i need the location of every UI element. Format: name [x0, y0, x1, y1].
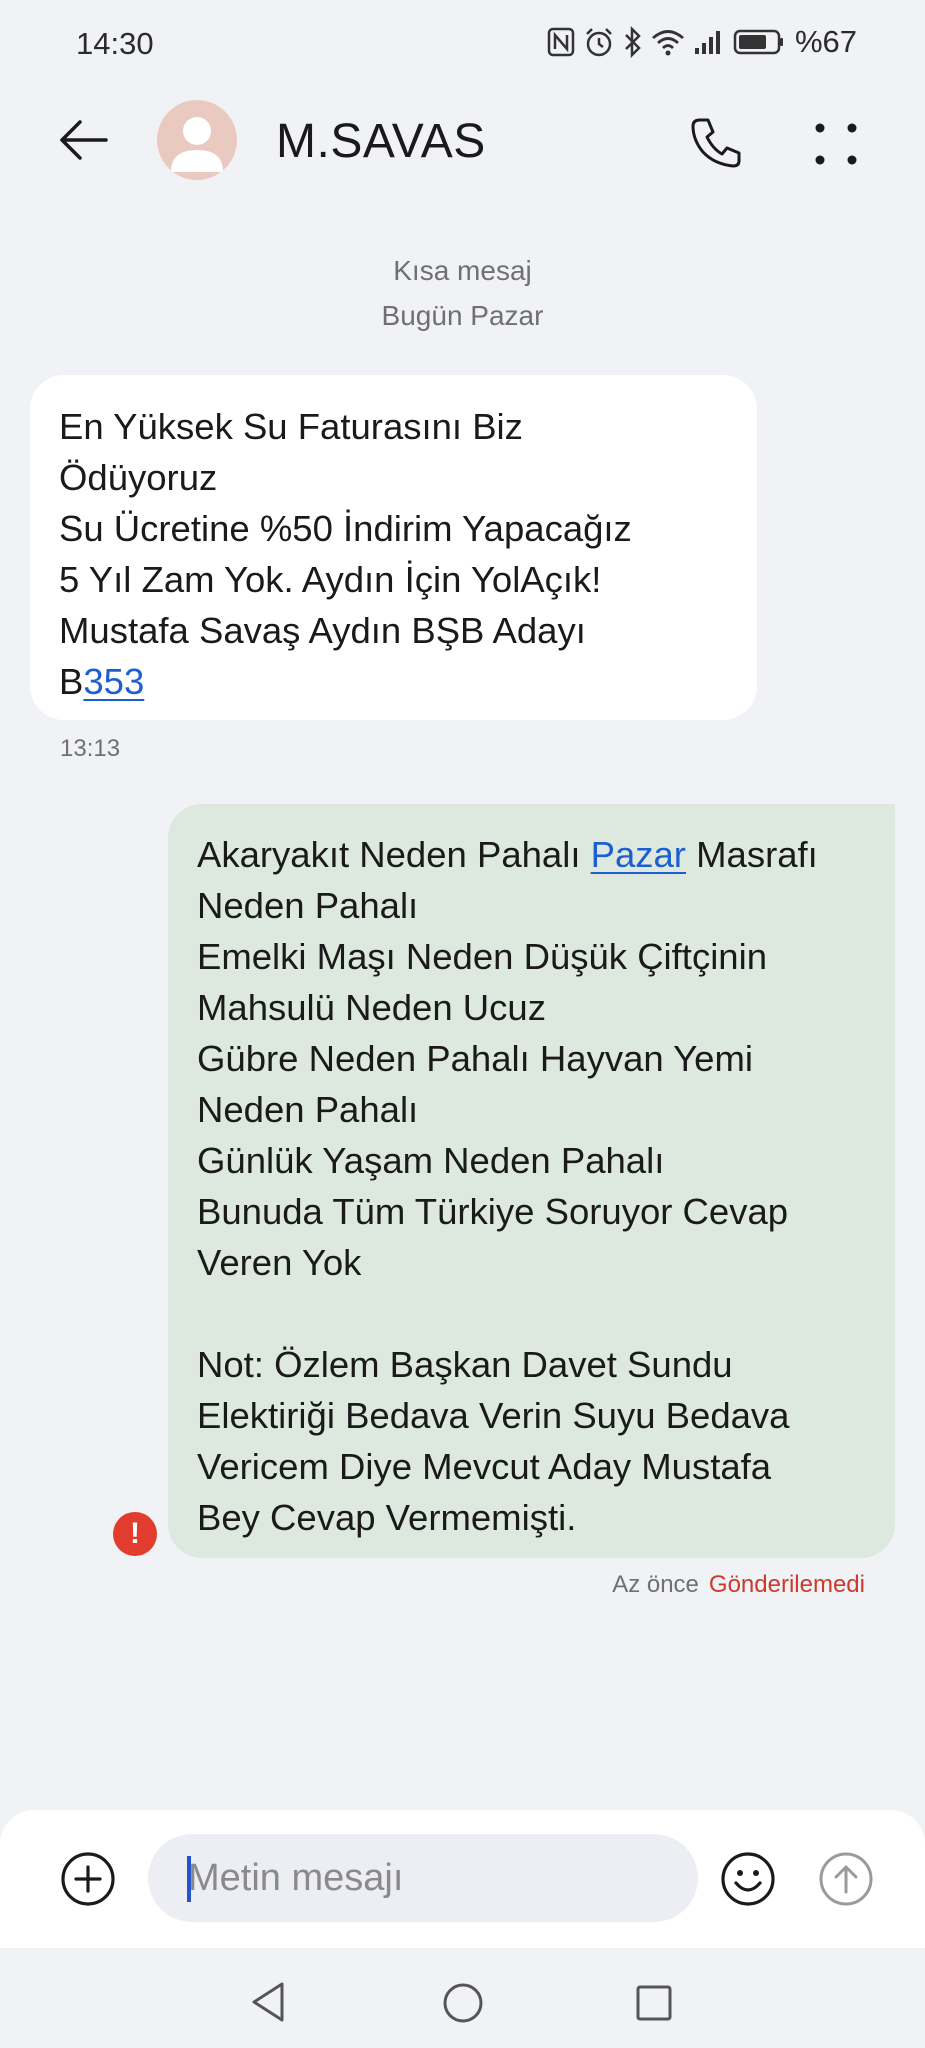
status-icons: %67 [547, 24, 857, 60]
incoming-timestamp: 13:13 [60, 735, 121, 762]
outgoing-timestamp: Az önce [612, 1571, 699, 1598]
send-button[interactable] [818, 1851, 874, 1907]
outgoing-line: Bey Cevap Vermemişti. [197, 1497, 577, 1538]
incoming-line-last: B353 [59, 656, 729, 707]
nav-home-icon [443, 1983, 483, 2023]
call-button[interactable] [688, 114, 744, 170]
status-time: 14:30 [76, 26, 154, 61]
more-dots-icon [815, 123, 857, 165]
outgoing-line: Mahsulü Neden Ucuz [197, 987, 546, 1028]
outgoing-line: Bunuda Tüm Türkiye Soruyor Cevap [197, 1191, 789, 1232]
outgoing-line: Not: Özlem Başkan Davet Sundu [197, 1344, 733, 1385]
alarm-icon [586, 28, 612, 57]
outgoing-status: Az önce Gönderilemedi [612, 1571, 865, 1599]
message-composer: Metin mesajı [0, 1810, 925, 1948]
outgoing-line: Elektiriği Bedava Verin Suyu Bedava [197, 1395, 790, 1436]
outgoing-message-bubble[interactable]: Akaryakıt Neden Pahalı Pazar Masrafı Ned… [168, 804, 895, 1558]
outgoing-line: Veren Yok [197, 1242, 362, 1283]
outgoing-line: Neden Pahalı [197, 885, 419, 926]
outgoing-line: Emelki Maşı Neden Düşük Çiftçinin [197, 936, 768, 977]
message-type-label: Kısa mesaj [393, 255, 532, 286]
incoming-line: En Yüksek Su Faturasını Biz [59, 406, 523, 447]
outgoing-line: Günlük Yaşam Neden Pahalı [197, 1140, 665, 1181]
send-failed-label: Gönderilemedi [708, 1571, 865, 1598]
outgoing-blank-line [197, 1288, 875, 1339]
incoming-line: 5 Yıl Zam Yok. Aydın İçin YolAçık! [59, 559, 602, 600]
avatar-icon [171, 117, 223, 172]
emoji-button[interactable] [720, 1851, 776, 1907]
send-failed-icon[interactable]: ! [113, 1512, 157, 1556]
nav-recents-button[interactable] [635, 1984, 673, 2022]
message-input[interactable]: Metin mesajı [148, 1834, 698, 1922]
incoming-line: Su Ücretine %50 İndirim Yapacağız [59, 508, 632, 549]
phone-icon [691, 118, 741, 168]
nav-recents-icon [636, 1985, 672, 2021]
number-link[interactable]: 353 [83, 661, 144, 702]
incoming-line: Mustafa Savaş Aydın BŞB Adayı [59, 610, 586, 651]
outgoing-line: Neden Pahalı [197, 1089, 419, 1130]
battery-icon [733, 29, 783, 55]
bluetooth-icon [625, 26, 641, 58]
text-cursor [187, 1856, 191, 1902]
avatar[interactable] [157, 100, 237, 180]
emoji-icon [721, 1852, 775, 1906]
wifi-icon [652, 30, 684, 56]
incoming-message-text: En Yüksek Su Faturasını Biz Ödüyoruz Su … [59, 401, 729, 707]
signal-icon [694, 31, 720, 54]
battery-percent: %67 [794, 24, 857, 59]
incoming-message-bubble[interactable]: En Yüksek Su Faturasını Biz Ödüyoruz Su … [30, 375, 757, 720]
outgoing-text-segment: Masrafı [685, 834, 818, 875]
outgoing-line: Gübre Neden Pahalı Hayvan Yemi [197, 1038, 753, 1079]
nav-back-icon [252, 1982, 284, 2022]
nav-home-button[interactable] [442, 1982, 484, 2024]
contact-name[interactable]: M.SAVAS [276, 114, 486, 169]
status-bar: 14:30 %67 [0, 0, 925, 90]
system-navigation-bar [0, 1948, 925, 2048]
nav-back-button[interactable] [248, 1980, 288, 2024]
more-options-button[interactable] [808, 116, 864, 172]
incoming-prefix: B [59, 661, 84, 702]
date-separator: Bugün Pazar [381, 300, 544, 331]
outgoing-line-first: Akaryakıt Neden Pahalı Pazar Masrafı [197, 829, 875, 880]
outgoing-line: Vericem Diye Mevcut Aday Mustafa [197, 1446, 772, 1487]
add-attachment-button[interactable] [60, 1851, 116, 1907]
back-button[interactable] [56, 112, 120, 168]
send-icon [819, 1852, 873, 1906]
conversation-header: M.SAVAS [0, 90, 925, 190]
nfc-icon [547, 27, 575, 57]
back-arrow-icon [60, 120, 108, 160]
incoming-line: Ödüyoruz [59, 457, 218, 498]
outgoing-text-segment: Akaryakıt Neden Pahalı [197, 834, 591, 875]
add-icon [61, 1852, 115, 1906]
pazar-link[interactable]: Pazar [591, 834, 686, 875]
outgoing-message-text: Akaryakıt Neden Pahalı Pazar Masrafı Ned… [197, 829, 875, 1543]
